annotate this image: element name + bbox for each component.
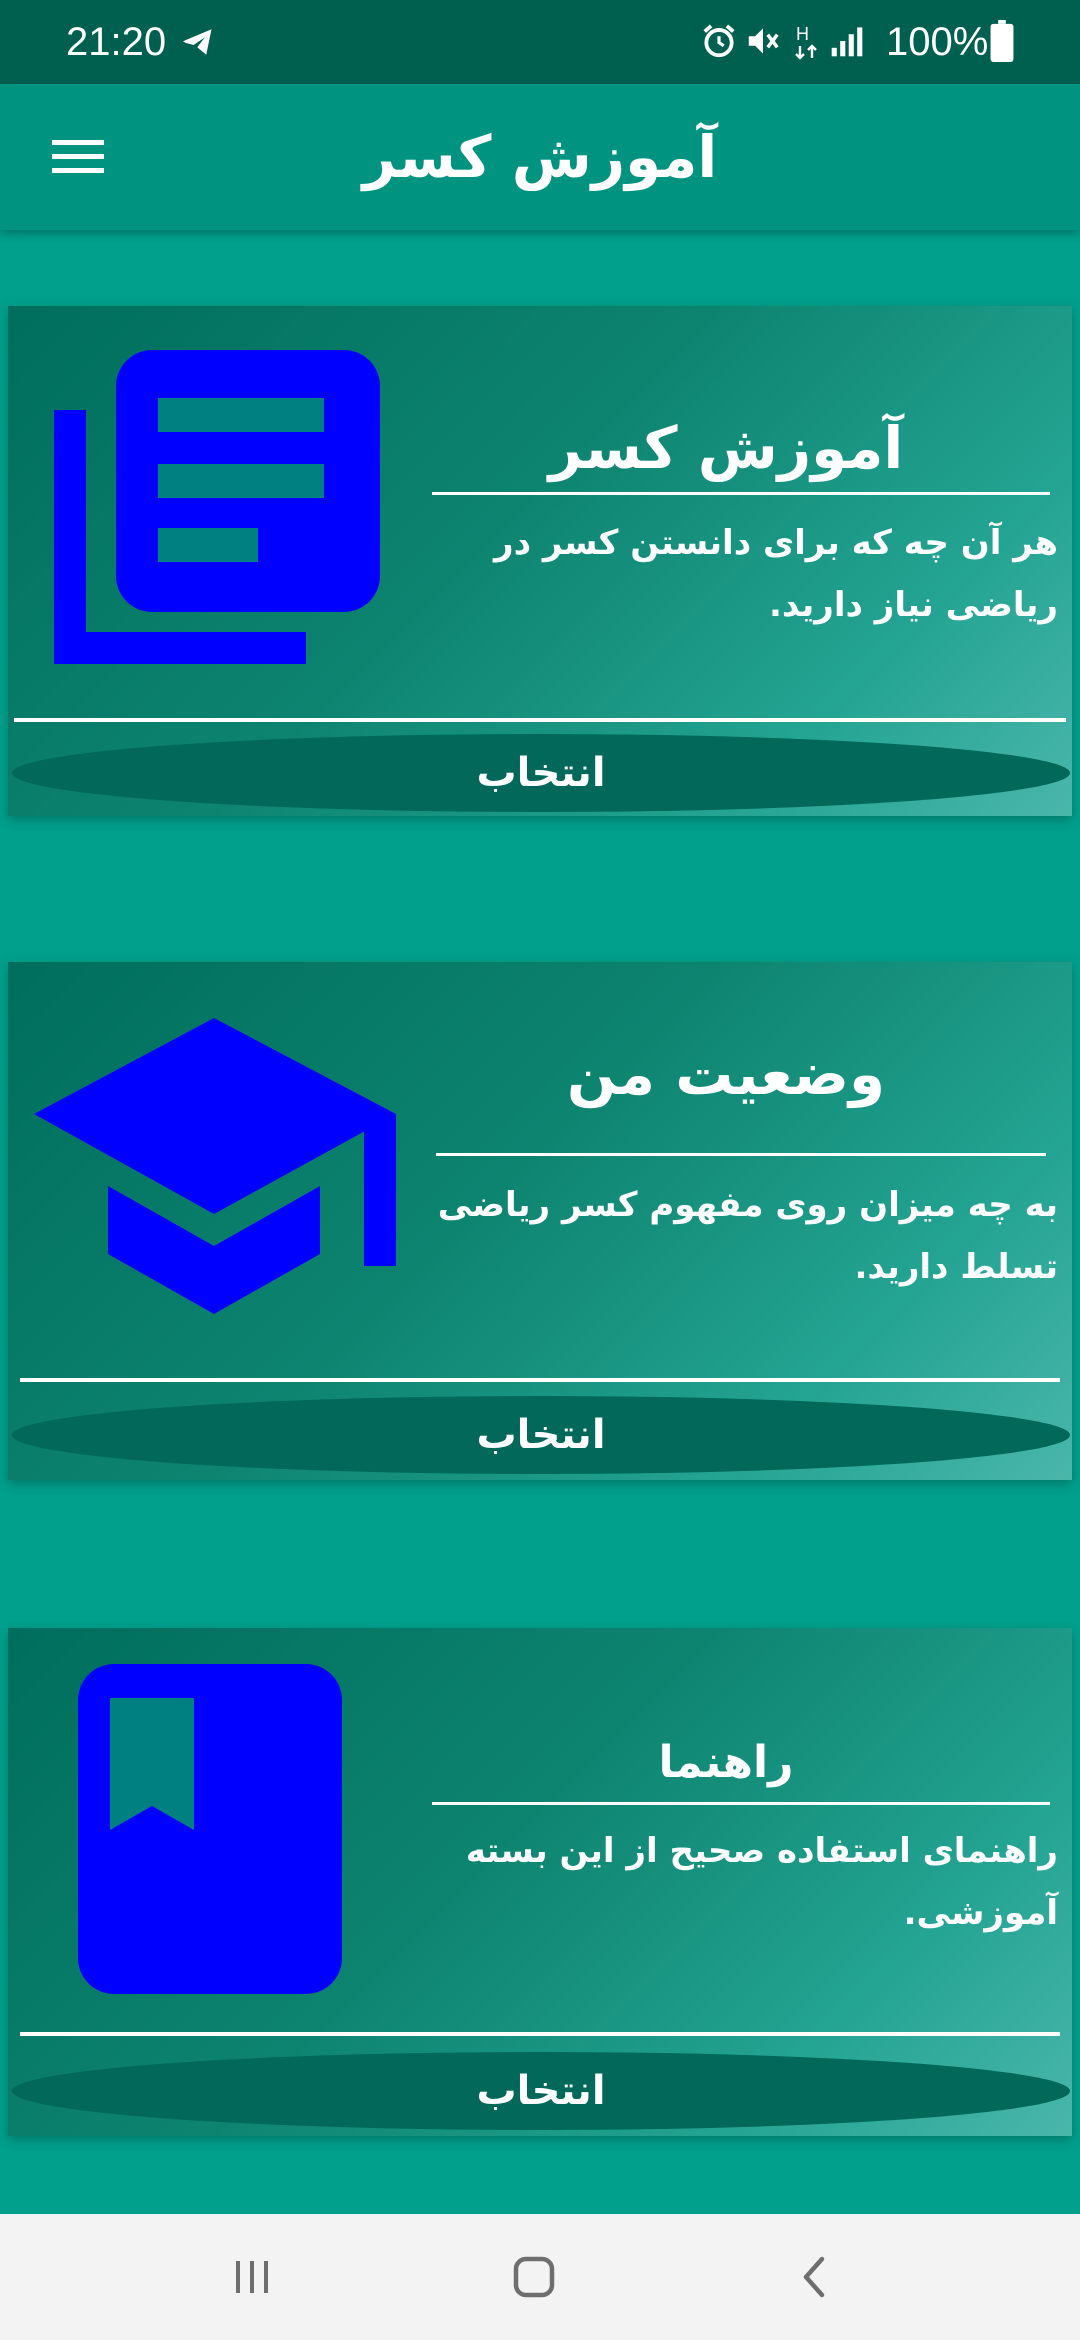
card-title-rule [432,492,1050,495]
graduation-cap-icon [34,1018,396,1314]
card-title: آموزش کسر [548,414,904,482]
alarm-icon [703,24,735,58]
card-description: راهنمای استفاده صحیح از این بسته آموزشی. [465,1831,1058,1933]
svg-text:H: H [796,24,809,44]
system-nav-bar [0,2214,1080,2340]
card-title: وضعیت من [566,1040,886,1108]
signal-icon [831,27,863,57]
back-icon[interactable] [786,2247,846,2307]
battery-icon [990,20,1014,62]
card-my-status: وضعیت من به چه میزان روی مفهوم کسر ریاضی… [8,962,1072,1480]
card-description: هر آن چه که برای دانستن کسر در ریاضی نیا… [494,523,1058,625]
library-books-icon [54,350,380,664]
recent-apps-icon[interactable] [222,2247,282,2307]
bookmark-book-icon [78,1664,342,1994]
card-fraction-lessons: آموزش کسر هر آن چه که برای دانستن کسر در… [8,306,1072,816]
select-button[interactable]: انتخاب [12,2052,1070,2130]
card-title: راهنما [658,1737,794,1788]
card-guide: راهنما راهنمای استفاده صحیح از این بسته … [8,1628,1072,2136]
mute-icon [748,28,779,54]
status-time: 21:20 [66,20,167,64]
card-description: به چه میزان روی مفهوم کسر ریاضی تسلط دار… [437,1185,1058,1287]
network-h-icon: H [795,24,817,60]
telegram-icon [183,29,212,55]
app-bar: آموزش کسر [0,84,1080,230]
status-bar: 21:20 H 100% [0,0,1080,84]
page-title: آموزش کسر [362,123,718,191]
card-divider [14,718,1066,722]
select-button[interactable]: انتخاب [12,1396,1070,1474]
card-divider [20,1378,1060,1382]
select-button[interactable]: انتخاب [12,734,1070,812]
battery-percentage: 100% [886,20,989,64]
card-divider [20,2032,1060,2036]
card-title-rule [436,1153,1046,1156]
home-icon[interactable] [504,2247,564,2307]
card-title-rule [432,1802,1050,1805]
